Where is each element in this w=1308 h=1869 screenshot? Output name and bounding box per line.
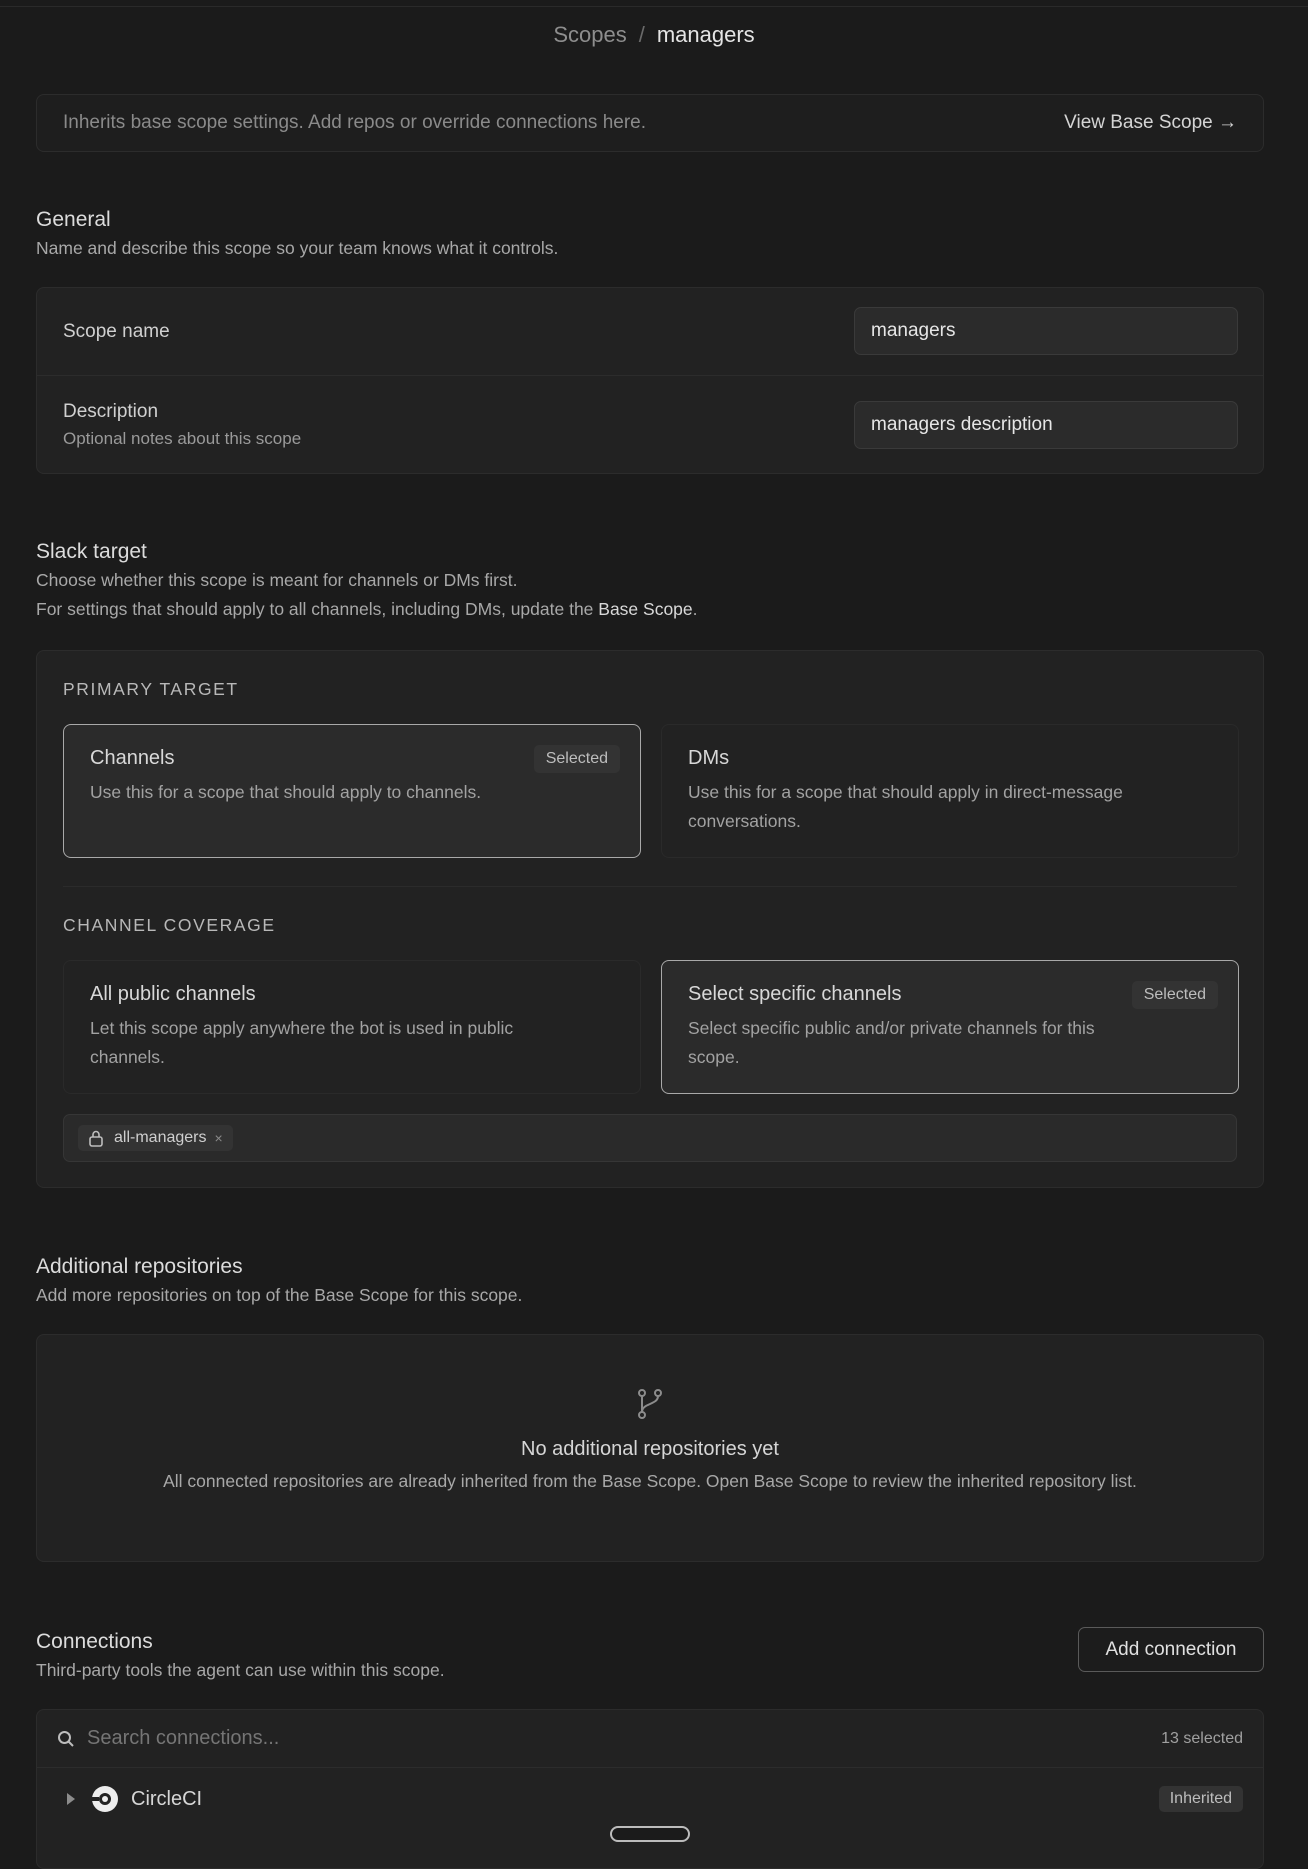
selected-count: 13 selected <box>1161 1729 1243 1747</box>
empty-title: No additional repositories yet <box>521 1438 779 1460</box>
option-title: All public channels <box>90 983 256 1005</box>
connection-row-circleci[interactable]: CircleCI Inherited <box>37 1768 1263 1830</box>
breadcrumb-scopes-link[interactable]: Scopes <box>553 22 626 47</box>
option-dms[interactable]: DMs Use this for a scope that should app… <box>661 724 1239 858</box>
connections-search-row: 13 selected <box>37 1710 1263 1768</box>
lock-icon <box>89 1130 103 1147</box>
view-base-scope-link[interactable]: View Base Scope → <box>1064 112 1237 134</box>
slack-desc-line2: For settings that should apply to all ch… <box>36 599 698 619</box>
option-title: DMs <box>688 747 730 769</box>
inherit-banner: Inherits base scope settings. Add repos … <box>36 94 1264 152</box>
option-desc: Use this for a scope that should apply t… <box>90 782 482 802</box>
slack-desc-line1: Choose whether this scope is meant for c… <box>36 570 518 590</box>
section-title-slack: Slack target <box>36 540 147 563</box>
connection-name: CircleCI <box>131 1787 203 1810</box>
banner-info-text: Inherits base scope settings. Add repos … <box>63 112 647 133</box>
empty-desc: All connected repositories are already i… <box>163 1471 1137 1491</box>
section-divider <box>63 886 1237 887</box>
selected-badge: Selected <box>1131 981 1218 1009</box>
section-title-general: General <box>36 208 111 231</box>
breadcrumb: Scopes / managers <box>0 22 1308 48</box>
empty-state: No additional repositories yet All conne… <box>37 1387 1263 1492</box>
connections-card: 13 selected CircleCI Inherited <box>36 1709 1264 1869</box>
channel-coverage-heading: CHANNEL COVERAGE <box>63 915 276 935</box>
search-connections-input[interactable] <box>87 1727 1162 1750</box>
option-desc: Let this scope apply anywhere the bot is… <box>90 1018 514 1067</box>
repos-empty-card: No additional repositories yet All conne… <box>36 1334 1264 1562</box>
breadcrumb-current: managers <box>656 22 755 47</box>
selected-badge: Selected <box>533 745 620 773</box>
section-desc-repos: Add more repositories on top of the Base… <box>36 1285 523 1305</box>
channel-chip: all-managers × <box>78 1125 233 1151</box>
scope-name-label: Scope name <box>63 320 170 342</box>
slack-header: Slack target Choose whether this scope i… <box>36 540 1264 624</box>
option-channels[interactable]: Channels Use this for a scope that shoul… <box>63 724 641 858</box>
expand-caret-icon[interactable] <box>65 1792 77 1806</box>
breadcrumb-separator: / <box>638 22 645 47</box>
option-select-specific-channels[interactable]: Select specific channels Select specific… <box>661 960 1239 1094</box>
section-title-repos: Additional repositories <box>36 1255 243 1278</box>
add-connection-button[interactable]: Add connection <box>1078 1627 1264 1672</box>
description-sublabel: Optional notes about this scope <box>63 429 302 448</box>
general-card: Scope name managers Description Optional… <box>36 287 1264 474</box>
description-input[interactable]: managers description <box>854 401 1238 449</box>
search-icon <box>58 1730 74 1747</box>
scope-name-row: Scope name managers <box>37 288 1263 375</box>
primary-target-heading: PRIMARY TARGET <box>63 679 239 699</box>
slack-target-card: PRIMARY TARGET Channels Use this for a s… <box>36 650 1264 1188</box>
description-row: Description Optional notes about this sc… <box>37 376 1263 474</box>
top-divider <box>0 6 1308 7</box>
chip-label: all-managers <box>114 1129 207 1146</box>
chip-remove-icon[interactable]: × <box>214 1130 222 1146</box>
channel-picker-input[interactable]: all-managers × <box>63 1114 1237 1162</box>
repos-header: Additional repositories Add more reposit… <box>36 1255 1264 1310</box>
circleci-icon <box>91 1786 118 1812</box>
base-scope-emphasis: Base Scope <box>598 599 693 619</box>
description-label: Description <box>63 401 159 422</box>
scope-name-input[interactable]: managers <box>854 307 1238 355</box>
option-desc: Select specific public and/or private ch… <box>688 1018 1095 1067</box>
general-header: General Name and describe this scope so … <box>36 208 1264 263</box>
section-desc-general: Name and describe this scope so your tea… <box>36 238 559 258</box>
git-branch-icon <box>638 1389 662 1419</box>
scroll-indicator[interactable] <box>610 1826 690 1842</box>
option-all-public-channels[interactable]: All public channels Let this scope apply… <box>63 960 641 1094</box>
option-desc: Use this for a scope that should apply i… <box>688 782 1123 831</box>
inherited-badge: Inherited <box>1158 1786 1243 1812</box>
